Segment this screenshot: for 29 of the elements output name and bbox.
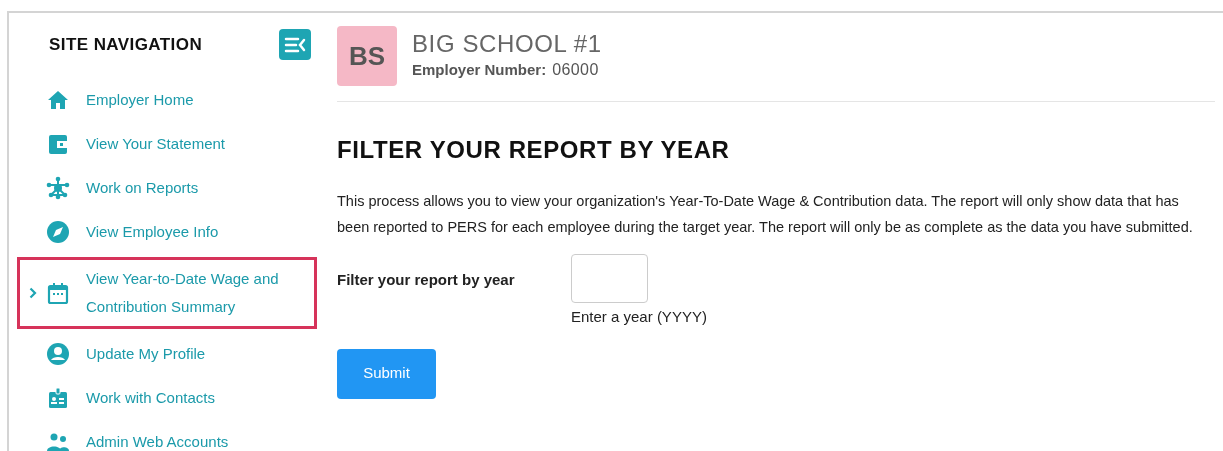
sidebar-title: SITE NAVIGATION xyxy=(49,33,203,56)
nav-item[interactable]: Work on Reports xyxy=(17,166,317,210)
employer-number: 06000 xyxy=(552,60,599,80)
nav-item[interactable]: Work with Contacts xyxy=(17,376,317,420)
home-icon xyxy=(46,88,70,112)
organization-name: BIG SCHOOL #1 xyxy=(412,30,602,58)
calendar-icon xyxy=(46,281,70,305)
submit-button[interactable]: Submit xyxy=(337,348,436,399)
menu-collapse-icon xyxy=(284,36,306,53)
nav-item[interactable]: Admin Web Accounts xyxy=(17,420,317,451)
description-text: This process allows you to view your organization's Year-To-Date Wage & Contribution data. The report will only show data that has been reported to PERS for each employee during the target year. The report will only be as complete as the data you have submitted. xyxy=(337,192,1194,237)
filter-label: Filter your report by year xyxy=(337,270,516,290)
employer-number-label: Employer Number: xyxy=(412,60,547,80)
network-icon xyxy=(46,176,70,200)
nav-item[interactable]: View Employee Info xyxy=(17,210,317,254)
nav-item[interactable]: Employer Home xyxy=(17,78,317,122)
id-badge-icon xyxy=(46,386,70,410)
chevron-right-icon xyxy=(29,287,37,299)
nav-item[interactable]: Update My Profile xyxy=(17,332,317,376)
nav-item[interactable]: View Your Statement xyxy=(17,122,317,166)
user-circle-icon xyxy=(46,342,70,366)
wallet-icon xyxy=(46,132,70,156)
nav-item[interactable]: View Year-to-Date Wage and Contribution Summary xyxy=(17,257,317,329)
avatar-initials: BS xyxy=(337,26,397,86)
compass-icon xyxy=(46,220,70,244)
collapse-menu-button[interactable] xyxy=(279,29,311,60)
page-heading: FILTER YOUR REPORT BY YEAR xyxy=(337,135,731,165)
year-input-field[interactable] xyxy=(571,254,648,303)
year-hint: Enter a year (YYYY) xyxy=(571,307,707,327)
